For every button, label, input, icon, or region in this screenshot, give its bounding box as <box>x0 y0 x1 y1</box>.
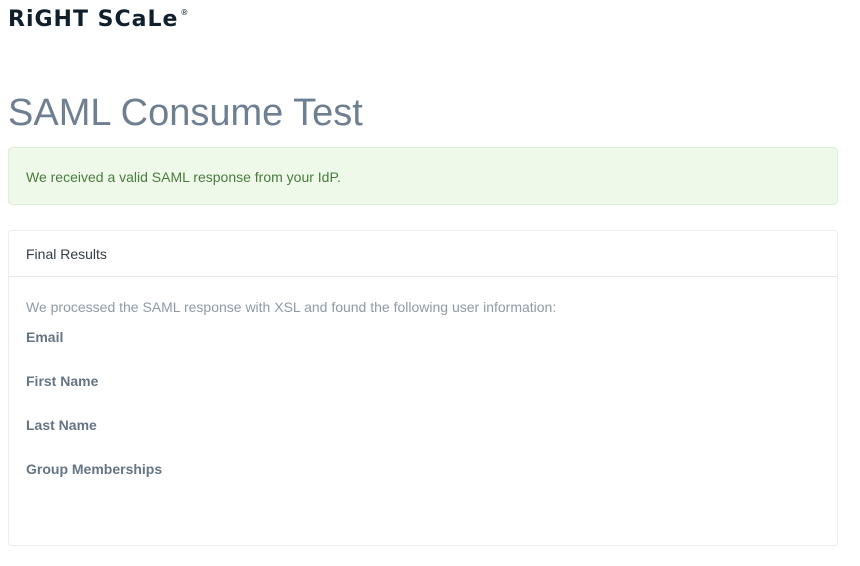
results-intro: We processed the SAML response with XSL … <box>26 299 557 315</box>
group-memberships-value <box>26 479 837 503</box>
last-name-field: Last Name <box>26 415 837 459</box>
email-field: Email <box>26 327 837 371</box>
page-title: SAML Consume Test <box>8 92 363 134</box>
group-memberships-label: Group Memberships <box>26 461 163 477</box>
page: RiGHT SCaLe ® SAML Consume Test We recei… <box>0 0 860 566</box>
final-results-panel: Final Results We processed the SAML resp… <box>8 230 838 546</box>
panel-body: We processed the SAML response with XSL … <box>9 277 837 503</box>
panel-heading: Final Results <box>9 231 837 277</box>
first-name-value <box>26 391 837 415</box>
group-memberships-field: Group Memberships <box>26 459 837 503</box>
logo-wordmark: RiGHT SCaLe <box>8 7 179 32</box>
last-name-label: Last Name <box>26 417 97 433</box>
registered-mark: ® <box>180 8 190 17</box>
success-alert: We received a valid SAML response from y… <box>8 147 838 205</box>
first-name-field: First Name <box>26 371 837 415</box>
email-value <box>26 347 837 371</box>
panel-title: Final Results <box>26 246 107 262</box>
rightscale-logo[interactable]: RiGHT SCaLe ® <box>8 6 189 34</box>
alert-message: We received a valid SAML response from y… <box>26 169 341 185</box>
email-label: Email <box>26 329 64 345</box>
last-name-value <box>26 435 837 459</box>
first-name-label: First Name <box>26 373 99 389</box>
